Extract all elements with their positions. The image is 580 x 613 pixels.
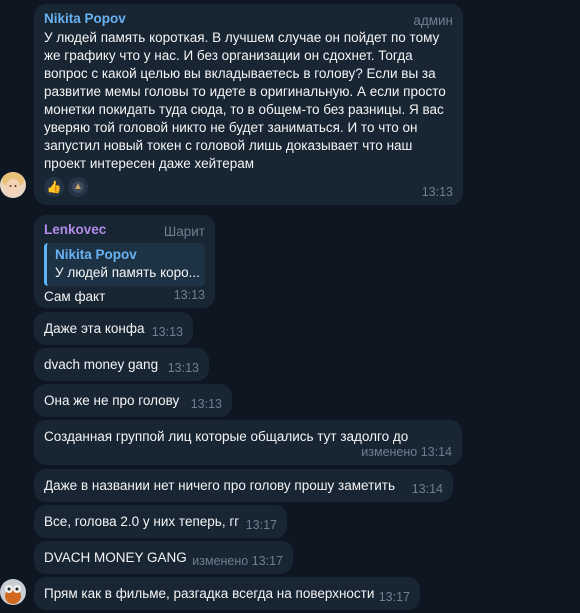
chat-history[interactable]: Nikita Popov админ У людей память коротк… xyxy=(0,0,580,613)
message-bubble[interactable]: Даже в названии нет ничего про голову пр… xyxy=(34,469,453,502)
message-text: У людей память короткая. В лучшем случае… xyxy=(44,30,446,171)
message-time: изменено 13:17 xyxy=(192,554,283,568)
message-time: 13:14 xyxy=(411,482,443,496)
message-time: 13:13 xyxy=(190,397,222,411)
message-time: 13:17 xyxy=(378,590,410,604)
reply-author: Nikita Popov xyxy=(55,247,137,262)
author-role-badge: Шарит xyxy=(163,224,205,239)
message-text: Прям как в фильме, разгадка всегда на по… xyxy=(44,586,375,601)
message-bubble[interactable]: Все, голова 2.0 у них теперь, гг 13:17 xyxy=(34,505,287,538)
message-bubble[interactable]: DVACH MONEY GANG изменено 13:17 xyxy=(34,541,293,574)
message-text: Все, голова 2.0 у них теперь, гг xyxy=(44,514,240,529)
sticker-reaction-icon[interactable] xyxy=(68,177,88,197)
reactions-row: 👍 xyxy=(44,177,88,197)
message-time: 13:13 xyxy=(421,185,453,199)
reply-preview[interactable]: Nikita Popov У людей память коро... xyxy=(44,243,205,286)
message-bubble[interactable]: Lenkovec Шарит Nikita Popov У людей памя… xyxy=(34,215,215,308)
message-time: 13:13 xyxy=(173,288,205,302)
message-time: изменено 13:14 xyxy=(361,445,452,459)
message-text: Даже в названии нет ничего про голову пр… xyxy=(44,478,396,493)
message-author[interactable]: Nikita Popov xyxy=(44,10,453,28)
message-bubble[interactable]: Созданная группой лиц которые общались т… xyxy=(34,420,462,465)
message-time: 13:13 xyxy=(151,325,183,339)
message-text: Созданная группой лиц которые общались т… xyxy=(44,429,409,444)
message-bubble[interactable]: dvach money gang 13:13 xyxy=(34,348,209,381)
message-bubble[interactable]: Она же не про голову 13:13 xyxy=(34,384,232,417)
message-time: 13:17 xyxy=(245,518,277,532)
message-bubble[interactable]: Прям как в фильме, разгадка всегда на по… xyxy=(34,577,420,610)
avatar[interactable] xyxy=(0,579,26,605)
message-bubble[interactable]: Даже эта конфа 13:13 xyxy=(34,312,193,345)
message-time: 13:13 xyxy=(167,361,199,375)
thumbs-up-icon[interactable]: 👍 xyxy=(44,177,64,197)
reply-text: У людей память коро... xyxy=(55,265,200,280)
author-role-badge: админ xyxy=(413,13,453,28)
message-bubble[interactable]: Nikita Popov админ У людей память коротк… xyxy=(34,4,463,205)
avatar[interactable] xyxy=(0,172,26,198)
